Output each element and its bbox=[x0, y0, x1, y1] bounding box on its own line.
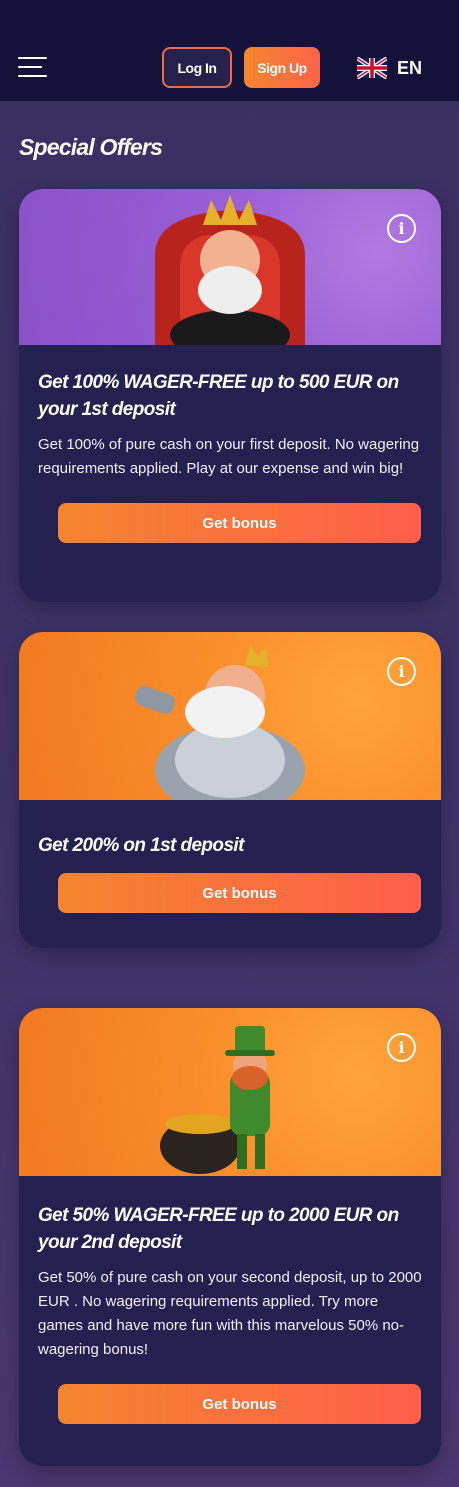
offer-card: i Get 200% on 1st deposit Get bonus bbox=[19, 632, 441, 948]
offer-description: Get 50% of pure cash on your second depo… bbox=[38, 1269, 422, 1358]
header: Log In Sign Up EN bbox=[0, 0, 459, 101]
login-button[interactable]: Log In bbox=[162, 47, 232, 88]
offer-description: Get 100% of pure cash on your first depo… bbox=[38, 436, 420, 477]
info-icon[interactable]: i bbox=[387, 657, 416, 686]
offer-title: Get 50% WAGER-FREE up to 2000 EUR on you… bbox=[38, 1205, 399, 1253]
uk-flag-icon bbox=[357, 57, 387, 79]
signup-button[interactable]: Sign Up bbox=[244, 47, 320, 88]
offer-image-leprechaun: i bbox=[19, 1008, 441, 1176]
get-bonus-button[interactable]: Get bonus bbox=[58, 1384, 421, 1424]
get-bonus-button[interactable]: Get bonus bbox=[58, 873, 421, 913]
info-icon[interactable]: i bbox=[387, 214, 416, 243]
offer-image-knight-king: i bbox=[19, 632, 441, 800]
offer-card: i Get 100% WAGER-FREE up to 500 EUR on y… bbox=[19, 189, 441, 602]
offer-card: i Get 50% WAGER-FREE up to 2000 EUR on y… bbox=[19, 1008, 441, 1466]
info-icon[interactable]: i bbox=[387, 1033, 416, 1062]
page-title: Special Offers bbox=[19, 134, 163, 160]
get-bonus-button[interactable]: Get bonus bbox=[58, 503, 421, 543]
language-selector[interactable]: EN bbox=[357, 57, 422, 79]
offer-title: Get 200% on 1st deposit bbox=[38, 835, 244, 856]
language-label: EN bbox=[397, 57, 423, 78]
offer-image-king-throne: i bbox=[19, 189, 441, 345]
hamburger-menu-icon[interactable] bbox=[18, 57, 47, 77]
offer-title: Get 100% WAGER-FREE up to 500 EUR on you… bbox=[38, 372, 399, 420]
